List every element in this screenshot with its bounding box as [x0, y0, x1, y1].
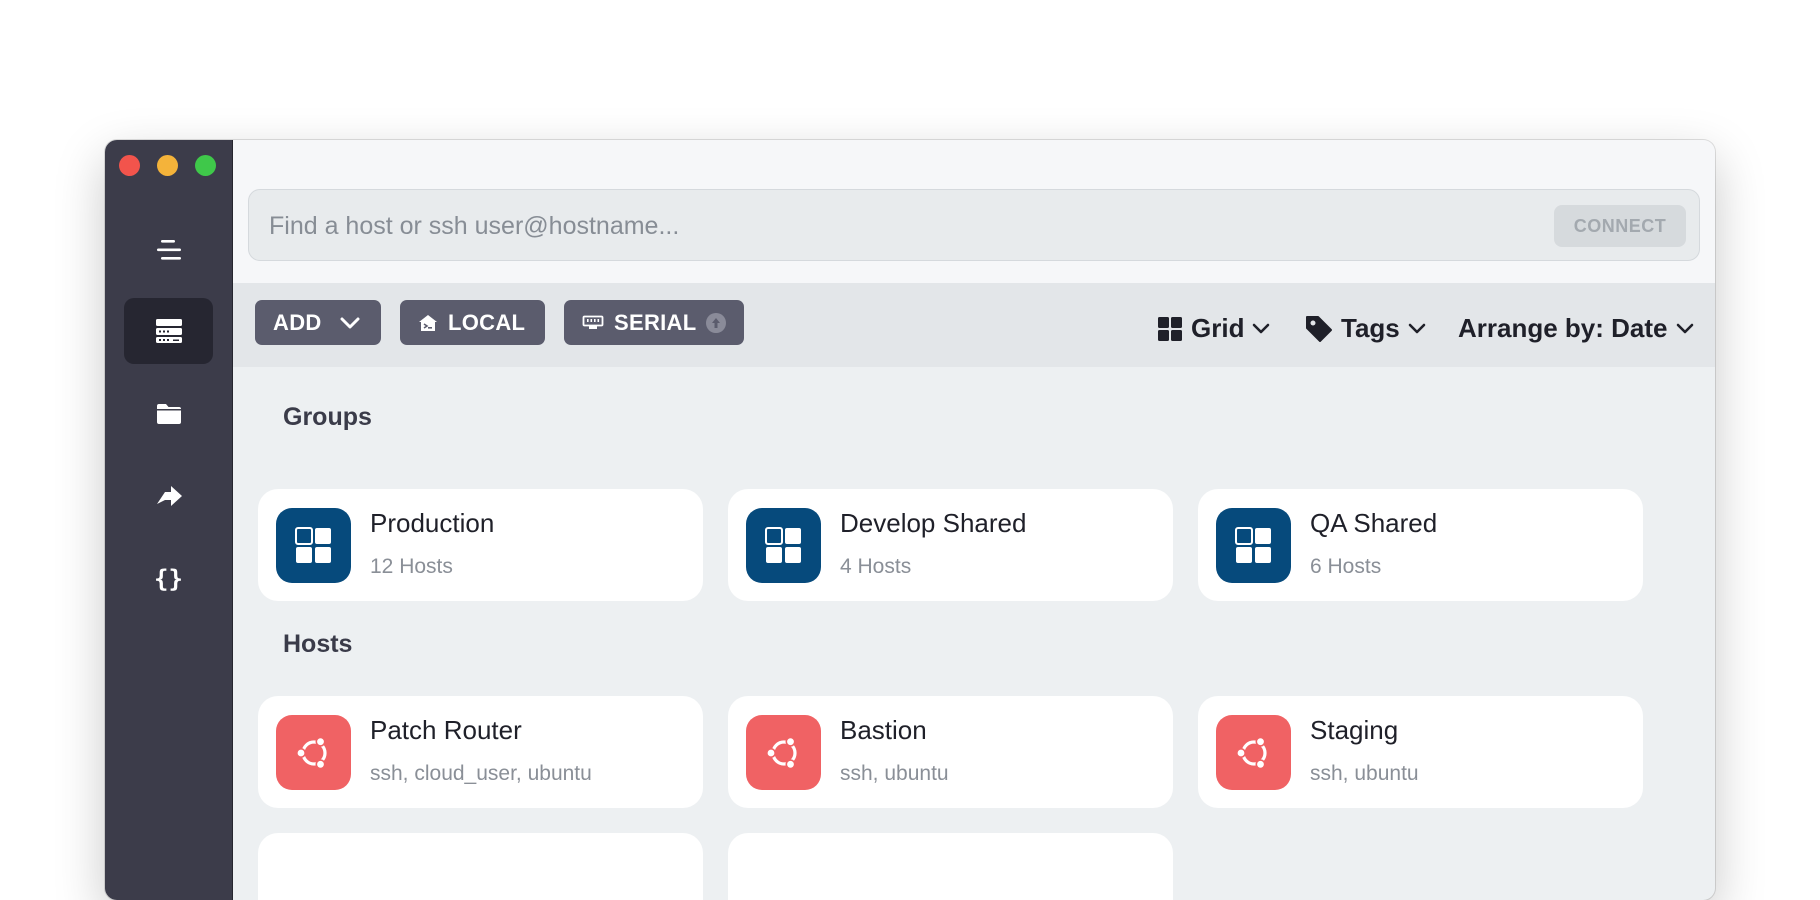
port-forward-icon	[155, 484, 183, 508]
group-icon	[276, 508, 351, 583]
ubuntu-icon	[1216, 715, 1291, 790]
menu-icon	[155, 238, 183, 262]
minimize-window-button[interactable]	[157, 155, 178, 176]
group-card[interactable]: Develop Shared 4 Hosts	[728, 489, 1173, 601]
group-name: Production	[370, 508, 495, 538]
add-label: ADD	[273, 309, 322, 335]
tag-icon	[1305, 315, 1333, 343]
serial-port-icon	[582, 315, 604, 331]
zoom-window-button[interactable]	[195, 155, 216, 176]
local-label: LOCAL	[448, 309, 526, 335]
groups-heading: Groups	[283, 403, 372, 431]
group-card[interactable]: QA Shared 6 Hosts	[1198, 489, 1643, 601]
chevron-down-icon	[1408, 323, 1426, 334]
hosts-heading: Hosts	[283, 630, 353, 658]
ubuntu-icon	[746, 715, 821, 790]
sidebar-item-port-forwarding[interactable]	[124, 463, 213, 529]
chevron-down-icon	[340, 317, 360, 329]
host-card[interactable]: Staging ssh, ubuntu	[1198, 696, 1643, 808]
arrange-dropdown[interactable]: Arrange by: Date	[1458, 313, 1694, 344]
view-mode-dropdown[interactable]: Grid	[1157, 313, 1270, 344]
ubuntu-icon	[276, 715, 351, 790]
host-name: Staging	[1310, 715, 1399, 745]
upgrade-arrow-icon	[706, 312, 726, 333]
view-mode-label: Grid	[1191, 313, 1245, 343]
toolbar: ADD LOCAL SERIAL Grid Tags Arrange by: D…	[233, 283, 1715, 367]
sidebar-item-sftp[interactable]	[124, 381, 213, 447]
sidebar-menu-button[interactable]	[124, 217, 213, 283]
local-terminal-button[interactable]: LOCAL	[400, 300, 545, 345]
sidebar: {}	[105, 140, 233, 900]
host-card[interactable]	[258, 833, 703, 900]
host-card[interactable]	[728, 833, 1173, 900]
group-name: QA Shared	[1310, 508, 1438, 538]
group-icon	[746, 508, 821, 583]
sidebar-item-snippets[interactable]: {}	[124, 546, 213, 612]
hosts-content: Groups Production 12 Hosts Develop Share…	[233, 367, 1715, 900]
tags-dropdown[interactable]: Tags	[1305, 313, 1426, 344]
folder-icon	[156, 403, 182, 425]
serial-label: SERIAL	[614, 309, 697, 335]
host-name: Patch Router	[370, 715, 522, 745]
search-input[interactable]	[267, 190, 1471, 262]
arrange-label: Arrange by: Date	[1458, 313, 1668, 343]
main-area: CONNECT ADD LOCAL SERIAL	[233, 140, 1715, 900]
group-host-count: 6 Hosts	[1310, 555, 1382, 578]
group-host-count: 12 Hosts	[370, 555, 453, 578]
add-button[interactable]: ADD	[255, 300, 381, 345]
search-bar: CONNECT	[248, 189, 1700, 262]
group-card[interactable]: Production 12 Hosts	[258, 489, 703, 601]
group-host-count: 4 Hosts	[840, 555, 912, 578]
host-card[interactable]: Patch Router ssh, cloud_user, ubuntu	[258, 696, 703, 808]
grid-icon	[1157, 316, 1183, 342]
tags-label: Tags	[1341, 313, 1400, 343]
group-icon	[1216, 508, 1291, 583]
connect-button[interactable]: CONNECT	[1554, 205, 1686, 247]
app-window: {} CONNECT ADD LOCAL	[105, 140, 1715, 900]
host-details: ssh, ubuntu	[1310, 762, 1419, 785]
sidebar-item-hosts[interactable]	[124, 298, 213, 364]
serial-button[interactable]: SERIAL	[564, 300, 744, 345]
top-bar: CONNECT	[233, 140, 1715, 283]
host-name: Bastion	[840, 715, 927, 745]
host-details: ssh, ubuntu	[840, 762, 949, 785]
chevron-down-icon	[1676, 323, 1694, 334]
host-details: ssh, cloud_user, ubuntu	[370, 762, 592, 785]
chevron-down-icon	[1252, 323, 1270, 334]
group-name: Develop Shared	[840, 508, 1027, 538]
home-terminal-icon	[418, 314, 438, 332]
hosts-icon	[155, 318, 183, 344]
close-window-button[interactable]	[119, 155, 140, 176]
snippets-icon: {}	[154, 565, 183, 593]
host-card[interactable]: Bastion ssh, ubuntu	[728, 696, 1173, 808]
